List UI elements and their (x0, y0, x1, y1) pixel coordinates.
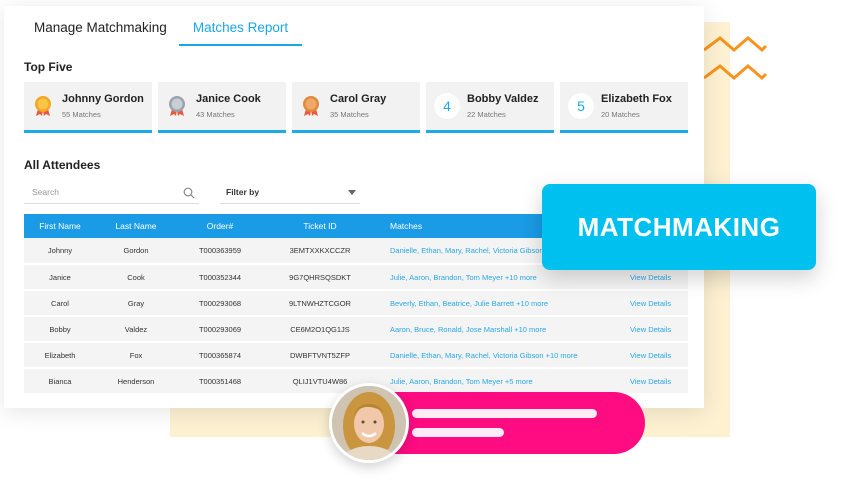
ticket-id-cell: 9G7QHRSQSDKT (264, 264, 376, 291)
gold-medal-icon (32, 95, 54, 117)
top-five-card[interactable]: Johnny Gordon 55 Matches (24, 82, 152, 133)
column-header-ticket-id[interactable]: Ticket ID (264, 214, 376, 238)
placeholder-text-line (412, 409, 597, 418)
matchmaking-banner: MATCHMAKING (542, 184, 816, 270)
ticket-id-cell: CE6M2O1QG1JS (264, 316, 376, 343)
chevron-down-icon (348, 190, 356, 195)
order-cell: T000365874 (176, 342, 264, 369)
view-details-link[interactable]: View Details (608, 316, 688, 343)
zigzag-decoration-icon (703, 36, 768, 81)
avatar (329, 383, 409, 463)
tab-bar: Manage Matchmaking Matches Report (26, 20, 303, 46)
view-details-link[interactable]: View Details (608, 290, 688, 317)
top-five-heading: Top Five (24, 60, 73, 74)
top-five-card[interactable]: Janice Cook 43 Matches (158, 82, 286, 133)
top-five-card[interactable]: 4 Bobby Valdez 22 Matches (426, 82, 554, 133)
last-name-cell: Cook (96, 264, 176, 291)
match-count: 43 Matches (196, 110, 235, 119)
placeholder-text-line (412, 428, 504, 437)
attendee-name: Bobby Valdez (467, 93, 539, 105)
view-details-link[interactable]: View Details (608, 342, 688, 369)
top-five-card[interactable]: Carol Gray 35 Matches (292, 82, 420, 133)
all-attendees-heading: All Attendees (24, 158, 101, 172)
order-cell: T000293068 (176, 290, 264, 317)
first-name-cell: Johnny (24, 238, 96, 265)
attendee-name: Elizabeth Fox (601, 93, 672, 105)
rank-number: 4 (434, 93, 460, 119)
silver-medal-icon (166, 95, 188, 117)
match-count: 20 Matches (601, 110, 640, 119)
matches-cell[interactable]: Danielle, Ethan, Mary, Rachel, Victoria … (376, 342, 608, 369)
table-row: Carol Gray T000293068 9LTNWHZTCGOR Bever… (24, 290, 688, 317)
match-count: 35 Matches (330, 110, 369, 119)
order-cell: T000293069 (176, 316, 264, 343)
first-name-cell: Elizabeth (24, 342, 96, 369)
filter-dropdown[interactable]: Filter by (220, 182, 360, 204)
column-header-order[interactable]: Order# (176, 214, 264, 238)
ticket-id-cell: DWBFTVNT5ZFP (264, 342, 376, 369)
column-header-first-name[interactable]: First Name (24, 214, 96, 238)
last-name-cell: Henderson (96, 368, 176, 395)
first-name-cell: Janice (24, 264, 96, 291)
view-details-link[interactable]: View Details (608, 368, 688, 395)
last-name-cell: Gordon (96, 238, 176, 265)
filter-label: Filter by (226, 187, 260, 197)
order-cell: T000351468 (176, 368, 264, 395)
search-icon[interactable] (183, 186, 195, 204)
order-cell: T000352344 (176, 264, 264, 291)
tab-manage-matchmaking[interactable]: Manage Matchmaking (26, 20, 175, 46)
table-row: Bobby Valdez T000293069 CE6M2O1QG1JS Aar… (24, 316, 688, 343)
attendee-name: Carol Gray (330, 93, 387, 105)
last-name-cell: Gray (96, 290, 176, 317)
last-name-cell: Valdez (96, 316, 176, 343)
rank-number: 5 (568, 93, 594, 119)
first-name-cell: Carol (24, 290, 96, 317)
attendee-name: Johnny Gordon (62, 93, 144, 105)
matches-cell[interactable]: Julie, Aaron, Brandon, Tom Meyer +5 more (376, 368, 608, 395)
search-box (24, 182, 199, 204)
match-count: 55 Matches (62, 110, 101, 119)
matches-cell[interactable]: Aaron, Bruce, Ronald, Jose Marshall +10 … (376, 316, 608, 343)
first-name-cell: Bianca (24, 368, 96, 395)
first-name-cell: Bobby (24, 316, 96, 343)
bronze-medal-icon (300, 95, 322, 117)
top-five-card[interactable]: 5 Elizabeth Fox 20 Matches (560, 82, 688, 133)
top-five-list: Johnny Gordon 55 Matches Janice Cook 43 … (24, 82, 688, 133)
ticket-id-cell: 9LTNWHZTCGOR (264, 290, 376, 317)
attendee-name: Janice Cook (196, 93, 261, 105)
search-input[interactable] (24, 182, 174, 202)
matches-cell[interactable]: Beverly, Ethan, Beatrice, Julie Barrett … (376, 290, 608, 317)
column-header-last-name[interactable]: Last Name (96, 214, 176, 238)
table-row: Elizabeth Fox T000365874 DWBFTVNT5ZFP Da… (24, 342, 688, 369)
ticket-id-cell: 3EMTXXKXCCZR (264, 238, 376, 265)
last-name-cell: Fox (96, 342, 176, 369)
match-count: 22 Matches (467, 110, 506, 119)
order-cell: T000363959 (176, 238, 264, 265)
tab-matches-report[interactable]: Matches Report (178, 20, 303, 46)
